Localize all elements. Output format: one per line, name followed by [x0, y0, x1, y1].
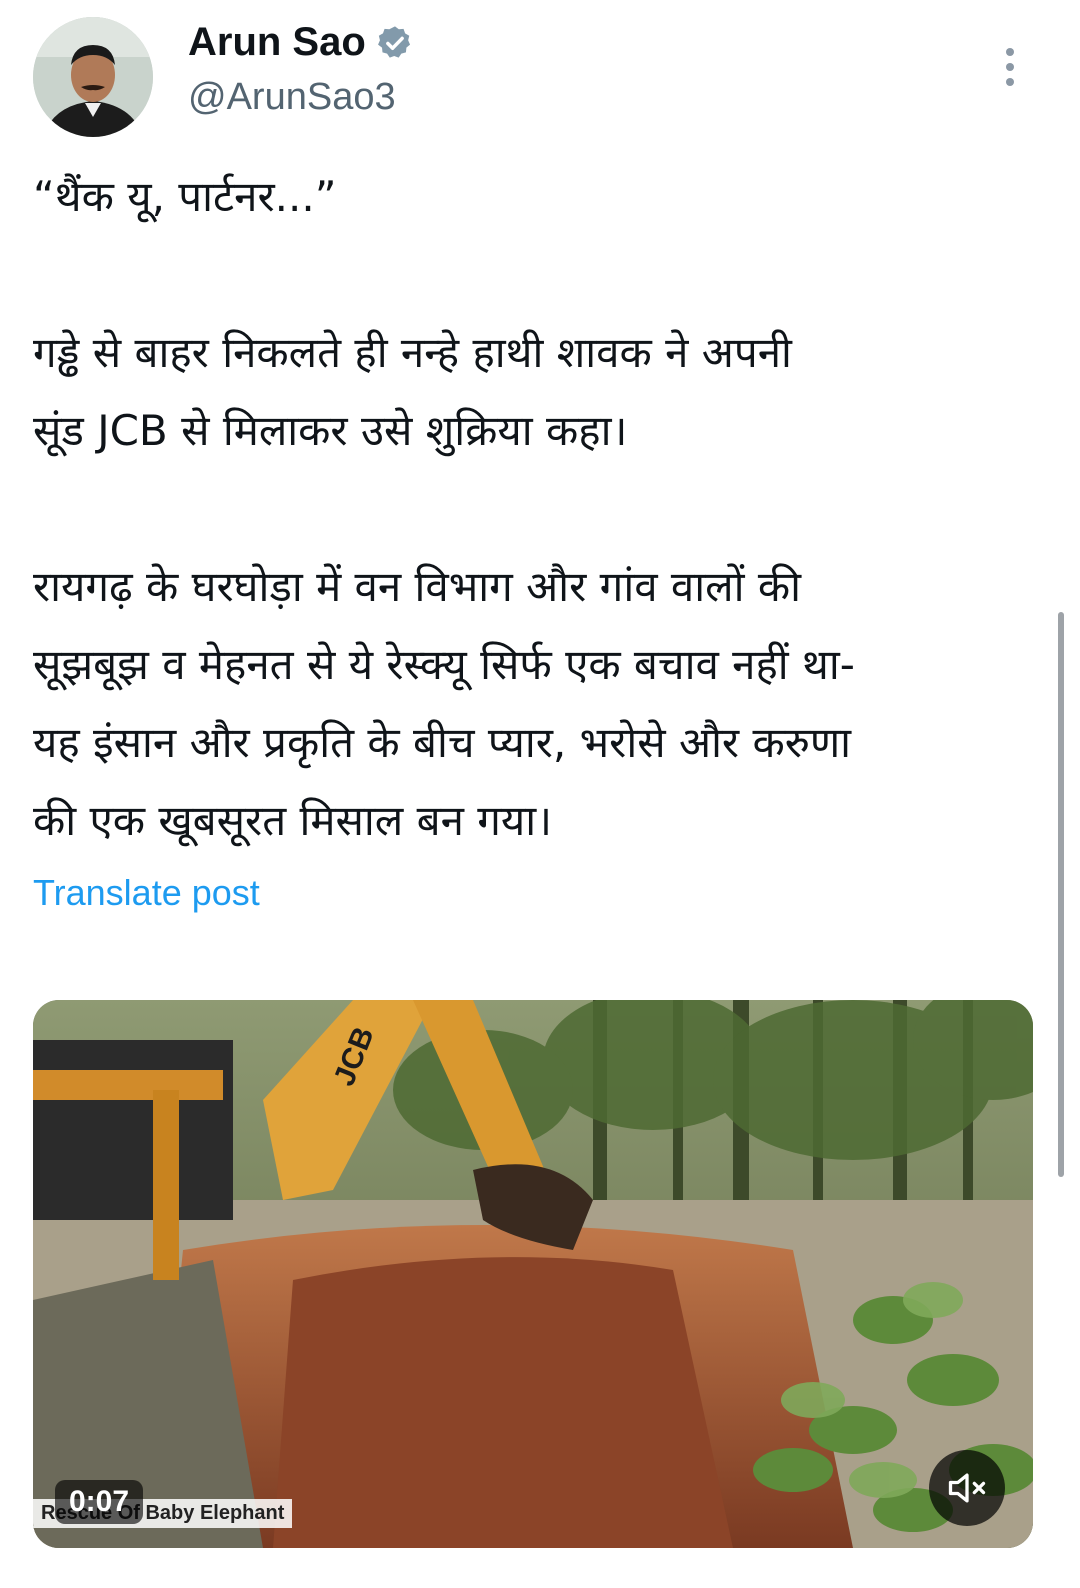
post-line: “थैंक यू, पार्टनर...” [33, 172, 337, 221]
speaker-muted-glyph [948, 1473, 986, 1503]
post-text: “थैंक यू, पार्टनर...” गड्ढे से बाहर निकल… [33, 158, 1033, 860]
more-dot [1006, 48, 1014, 56]
post-line: गड्ढे से बाहर निकलते ही नन्हे हाथी शावक … [33, 328, 792, 377]
more-dot [1006, 78, 1014, 86]
post-line: यह इंसान और प्रकृति के बीच प्यार, भरोसे … [33, 718, 852, 767]
author-name-row: Arun Sao [188, 20, 414, 65]
avatar-image [33, 17, 153, 137]
volume-muted-icon[interactable] [929, 1450, 1005, 1526]
post-line: रायगढ़ के घरघोड़ा में वन विभाग और गांव व… [33, 562, 801, 611]
video-duration: 0:07 [55, 1480, 144, 1524]
more-vertical-icon[interactable] [992, 42, 1028, 92]
author-name[interactable]: Arun Sao [188, 20, 366, 65]
more-dot [1006, 63, 1014, 71]
author-avatar[interactable] [33, 17, 153, 137]
scrollbar[interactable] [1058, 612, 1064, 1177]
post-line: सूझबूझ व मेहनत से ये रेस्क्यू सिर्फ एक ब… [33, 640, 855, 689]
video-player[interactable]: JCB Rescue Of Baby Elephant 0:07 [33, 1000, 1033, 1548]
tweet-page: Arun Sao @ArunSao3 “थैंक यू, पार्टनर...”… [0, 0, 1080, 1588]
verified-badge-icon [377, 25, 410, 58]
translate-post-link[interactable]: Translate post [33, 872, 260, 914]
post-line: की एक खूबसूरत मिसाल बन गया। [33, 796, 553, 845]
video-frame: JCB [33, 1000, 1033, 1548]
post-line: सूंड JCB से मिलाकर उसे शुक्रिया कहा। [33, 406, 628, 455]
author-handle[interactable]: @ArunSao3 [188, 76, 396, 119]
